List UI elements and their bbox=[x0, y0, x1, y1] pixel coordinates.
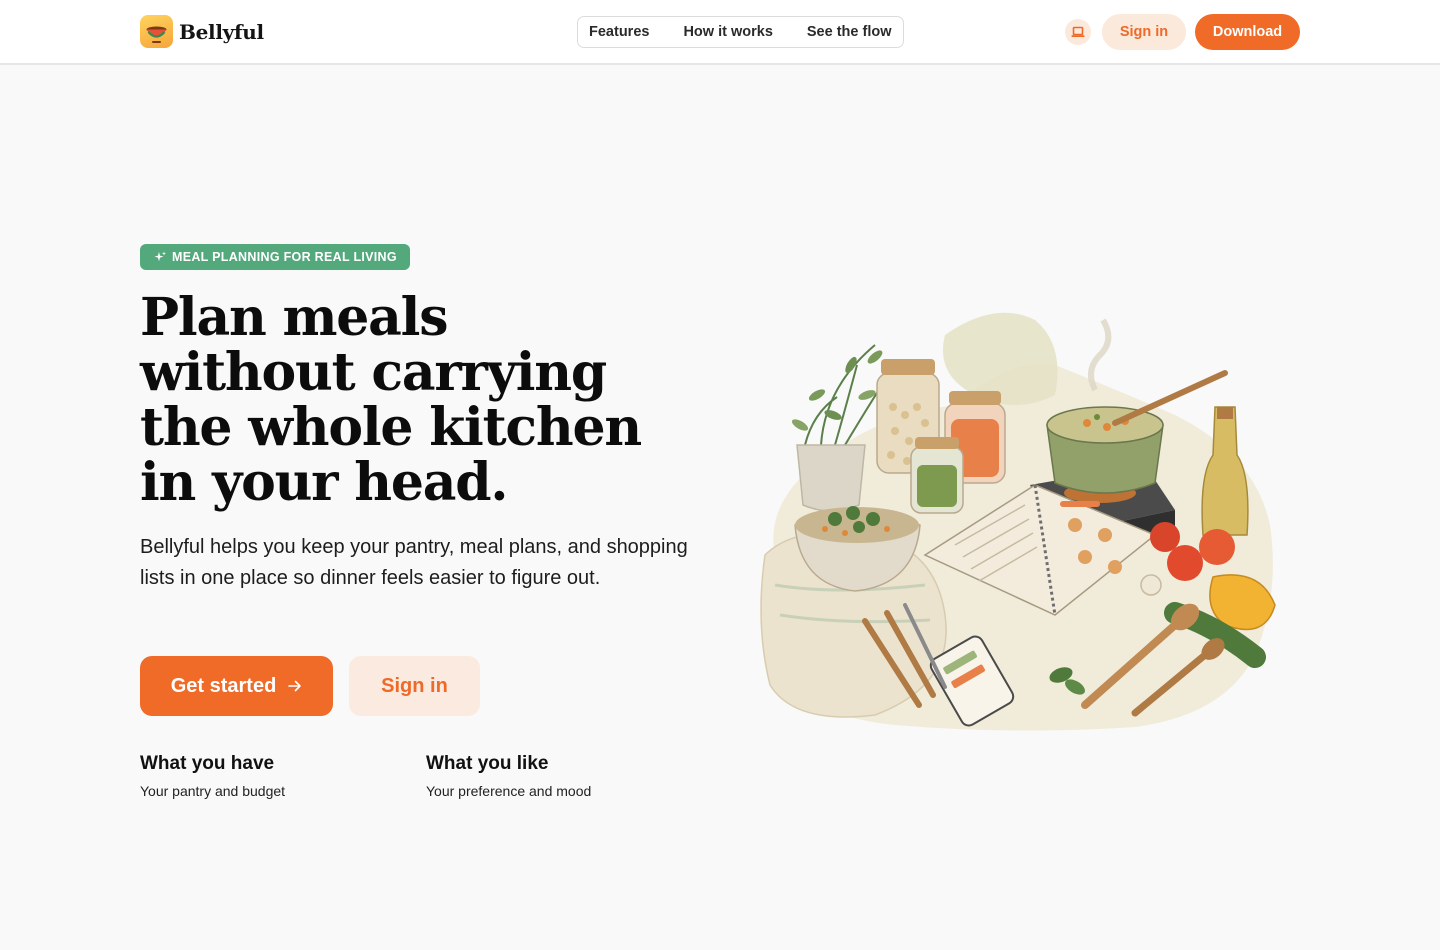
feature-title: What you like bbox=[426, 753, 549, 774]
kitchen-illustration bbox=[755, 295, 1285, 735]
soup-bowl-logo-icon bbox=[140, 15, 173, 48]
device-toggle-button[interactable] bbox=[1065, 19, 1091, 45]
feature-what-you-like: What you like Your preference and mood bbox=[426, 753, 591, 799]
nav-see-the-flow[interactable]: See the flow bbox=[796, 17, 903, 47]
arrow-right-icon bbox=[288, 680, 302, 692]
hero-badge-text: MEAL PLANNING FOR REAL LIVING bbox=[172, 250, 397, 264]
brand-name: Bellyful bbox=[179, 19, 264, 44]
hero-headline: Plan meals without carrying the whole ki… bbox=[140, 290, 720, 510]
feature-subtitle: Your preference and mood bbox=[426, 783, 592, 799]
headline-line: in your head. bbox=[140, 452, 509, 513]
headline-line: the whole kitchen bbox=[140, 397, 642, 458]
laptop-icon bbox=[1071, 26, 1085, 37]
get-started-button[interactable]: Get started bbox=[140, 656, 333, 716]
nav-how-it-works[interactable]: How it works bbox=[672, 17, 783, 47]
nav-features[interactable]: Features bbox=[578, 17, 660, 47]
main-nav: Features How it works See the flow bbox=[577, 16, 904, 48]
headline-line: without carrying bbox=[140, 342, 607, 403]
headline-line: Plan meals bbox=[140, 287, 448, 348]
site-header: Bellyful Features How it works See the f… bbox=[0, 0, 1440, 65]
feature-title: What you have bbox=[140, 753, 275, 774]
header-signin-button[interactable]: Sign in bbox=[1102, 14, 1186, 50]
hero-subtitle: Bellyful helps you keep your pantry, mea… bbox=[140, 536, 688, 589]
get-started-label: Get started bbox=[170, 674, 277, 697]
hero-badge: MEAL PLANNING FOR REAL LIVING bbox=[140, 244, 410, 270]
feature-what-you-have: What you have Your pantry and budget bbox=[140, 753, 285, 799]
hero-signin-button[interactable]: Sign in bbox=[349, 656, 480, 716]
sparkle-icon bbox=[154, 251, 166, 262]
brand[interactable]: Bellyful bbox=[140, 15, 264, 48]
feature-subtitle: Your pantry and budget bbox=[140, 783, 286, 799]
download-button[interactable]: Download bbox=[1195, 14, 1300, 50]
